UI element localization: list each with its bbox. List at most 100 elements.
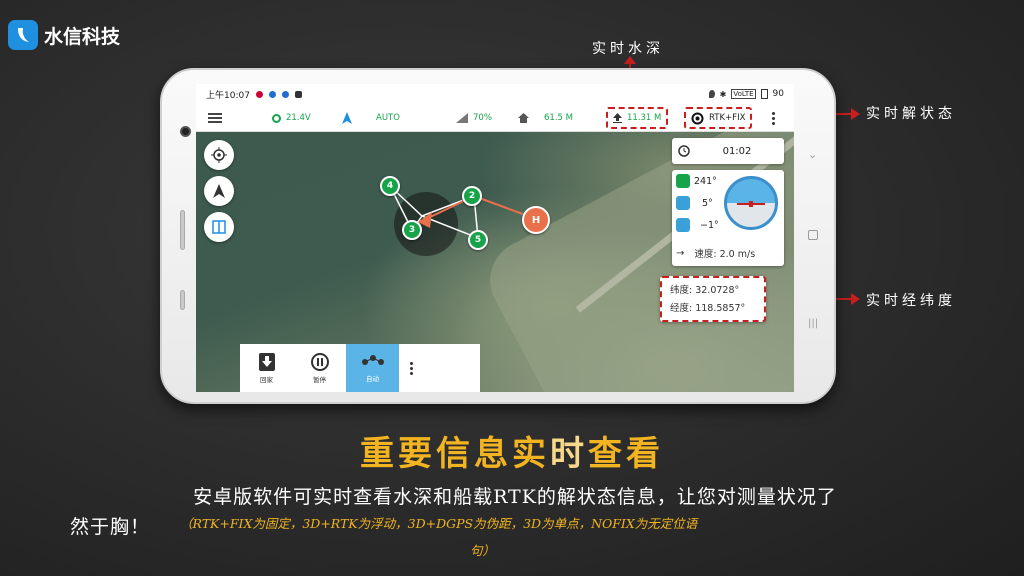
headline-part-1: 重要信息实 bbox=[360, 434, 550, 474]
navigation-icon bbox=[213, 184, 225, 198]
callout-lat-lon: 实时经纬度 bbox=[866, 293, 956, 309]
notification-icon bbox=[255, 90, 263, 98]
menu-button[interactable] bbox=[208, 104, 222, 132]
location-icon bbox=[708, 90, 715, 98]
menu-icon bbox=[208, 113, 222, 123]
phone-frame: 4 2 3 5 H 上午10:07 ✱ VoLTE 90 21.4V AUTO … bbox=[160, 68, 836, 404]
nav-arrow bbox=[342, 104, 352, 132]
pause-icon bbox=[310, 352, 329, 371]
clock-icon bbox=[678, 145, 690, 157]
bottom-action-bar: 回家 暂停 自动 bbox=[240, 344, 480, 392]
home-marker[interactable]: H bbox=[522, 206, 550, 234]
longitude-value: 经度: 118.5857° bbox=[670, 303, 746, 314]
return-home-button[interactable]: 回家 bbox=[240, 344, 293, 392]
speed-value: 速度: 2.0 m/s bbox=[694, 249, 756, 260]
signal-indicator: 70% bbox=[456, 104, 492, 132]
heading-icon bbox=[676, 174, 690, 188]
description-note-wrap: 句） bbox=[470, 543, 496, 558]
rtk-status-indicator[interactable]: RTK+FIX bbox=[684, 107, 753, 129]
route-points-icon bbox=[361, 354, 384, 365]
artificial-horizon-icon bbox=[724, 176, 778, 230]
description-line-1: 安卓版软件可实时查看水深和船载RTK的解状态信息，让您对测量状况了 bbox=[193, 486, 837, 508]
bottom-more-button[interactable] bbox=[399, 344, 424, 392]
headline: 重要信息实时查看 bbox=[0, 426, 1024, 475]
gps-target-icon bbox=[691, 112, 704, 124]
signal-value: 70% bbox=[473, 113, 492, 123]
auto-label: 自动 bbox=[366, 374, 379, 383]
top-toolbar: 21.4V AUTO 70% 61.5 M 11.31 M RTK+FIX bbox=[196, 104, 794, 132]
notification-icon bbox=[294, 90, 302, 98]
status-bar: 上午10:07 ✱ VoLTE 90 bbox=[196, 84, 794, 104]
speed-row: → 速度: 2.0 m/s bbox=[672, 242, 755, 264]
arrow-right-icon: → bbox=[676, 247, 685, 259]
timer-value: 01:02 bbox=[722, 145, 752, 157]
headline-part-2: 时 bbox=[550, 434, 588, 474]
callout-water-depth: 实时水深 bbox=[592, 41, 664, 57]
nav-back-key[interactable]: ⌄ bbox=[808, 148, 817, 161]
pause-label: 暂停 bbox=[313, 375, 326, 384]
water-depth-value: 11.31 M bbox=[627, 113, 662, 123]
home-distance-indicator: 61.5 M bbox=[518, 104, 573, 132]
roll-icon bbox=[676, 218, 690, 232]
waypoint-marker[interactable]: 3 bbox=[402, 220, 422, 240]
side-button-small bbox=[180, 290, 185, 310]
front-camera bbox=[180, 126, 191, 137]
headline-part-3: 查看 bbox=[588, 434, 664, 474]
brand: 水信科技 bbox=[8, 20, 120, 50]
callout-water-depth-arrow-icon bbox=[624, 56, 636, 64]
split-view-button[interactable] bbox=[204, 212, 234, 242]
pause-button[interactable]: 暂停 bbox=[293, 344, 346, 392]
status-time: 上午10:07 bbox=[206, 90, 250, 101]
waypoint-marker[interactable]: 5 bbox=[468, 230, 488, 250]
home-distance-value: 61.5 M bbox=[544, 113, 573, 123]
depth-upload-icon bbox=[613, 113, 622, 123]
notification-icon bbox=[281, 90, 289, 98]
waypoint-marker[interactable]: 2 bbox=[462, 186, 482, 206]
home-icon bbox=[518, 113, 529, 123]
notification-icon bbox=[268, 90, 276, 98]
network-badge: VoLTE bbox=[731, 89, 756, 99]
split-view-icon bbox=[212, 220, 226, 234]
description: 安卓版软件可实时查看水深和船载RTK的解状态信息，让您对测量状况了 bbox=[40, 484, 990, 510]
callout-solution-status: 实时解状态 bbox=[866, 106, 956, 122]
auto-button[interactable]: 自动 bbox=[346, 344, 399, 392]
pitch-icon bbox=[676, 196, 690, 210]
locate-button[interactable] bbox=[204, 140, 234, 170]
brand-name: 水信科技 bbox=[44, 25, 121, 48]
navigation-arrow-icon bbox=[342, 112, 352, 124]
attitude-panel: 241° 5° −1° → 速度: 2.0 m/s bbox=[672, 170, 784, 266]
app-screen: 4 2 3 5 H 上午10:07 ✱ VoLTE 90 21.4V AUTO … bbox=[196, 84, 794, 392]
download-arrow-icon bbox=[258, 352, 275, 371]
battery-level: 90 bbox=[772, 89, 784, 99]
more-vert-icon bbox=[410, 361, 413, 375]
position-panel: 纬度: 32.0728° 经度: 118.5857° bbox=[660, 276, 766, 322]
description-line-2: 然于胸！ bbox=[70, 516, 151, 538]
waypoint-marker[interactable]: 4 bbox=[380, 176, 400, 196]
water-depth-indicator: 11.31 M bbox=[606, 107, 669, 129]
power-icon bbox=[272, 113, 281, 123]
mode-indicator[interactable]: AUTO bbox=[376, 104, 400, 132]
brand-logo-icon bbox=[8, 20, 38, 50]
callout-solution-status-arrow-icon bbox=[851, 108, 860, 120]
compass-button[interactable] bbox=[204, 176, 234, 206]
side-button bbox=[180, 210, 185, 250]
more-menu-button[interactable] bbox=[772, 104, 775, 132]
heading-value: 241° bbox=[694, 175, 717, 187]
signal-icon bbox=[456, 113, 468, 123]
description-note: （RTK+FIX为固定，3D+RTK为浮动，3D+DGPS为伪距，3D为单点，N… bbox=[180, 516, 698, 531]
bluetooth-icon: ✱ bbox=[719, 89, 727, 99]
latitude-value: 纬度: 32.0728° bbox=[670, 285, 740, 296]
voltage-indicator: 21.4V bbox=[272, 104, 311, 132]
callout-lat-lon-arrow-icon bbox=[851, 293, 860, 305]
nav-home-key[interactable] bbox=[808, 230, 818, 240]
more-vert-icon bbox=[772, 111, 775, 125]
nav-recent-key[interactable]: ||| bbox=[808, 318, 818, 329]
crosshair-icon bbox=[211, 147, 227, 163]
roll-value: −1° bbox=[700, 219, 719, 231]
pitch-value: 5° bbox=[702, 197, 713, 209]
timer-panel: 01:02 bbox=[672, 138, 784, 164]
rtk-status-value: RTK+FIX bbox=[709, 113, 746, 123]
return-home-label: 回家 bbox=[260, 375, 273, 384]
battery-icon bbox=[760, 89, 768, 99]
voltage-value: 21.4V bbox=[286, 113, 311, 123]
